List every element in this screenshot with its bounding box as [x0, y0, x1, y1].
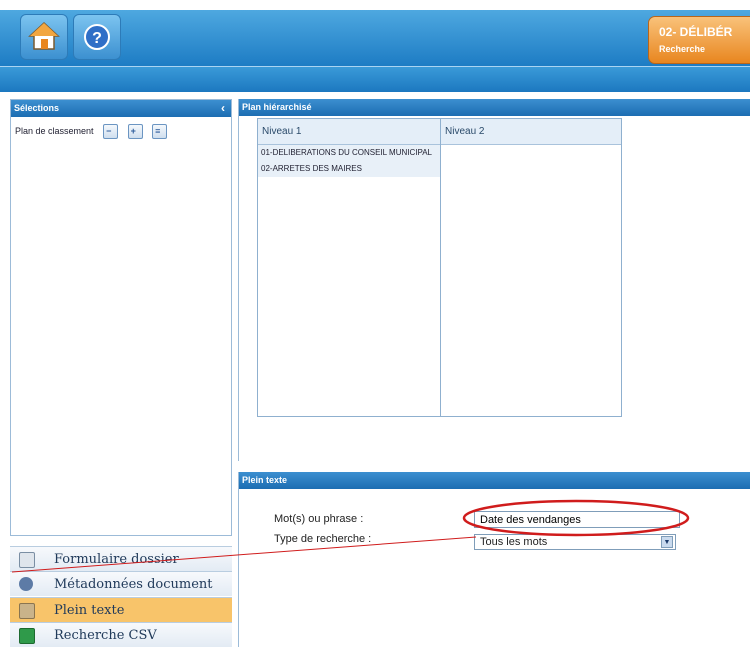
- annotation-line: [11, 536, 477, 573]
- highlight-ellipse: [462, 499, 690, 537]
- annotation-overlay: [11, 499, 690, 573]
